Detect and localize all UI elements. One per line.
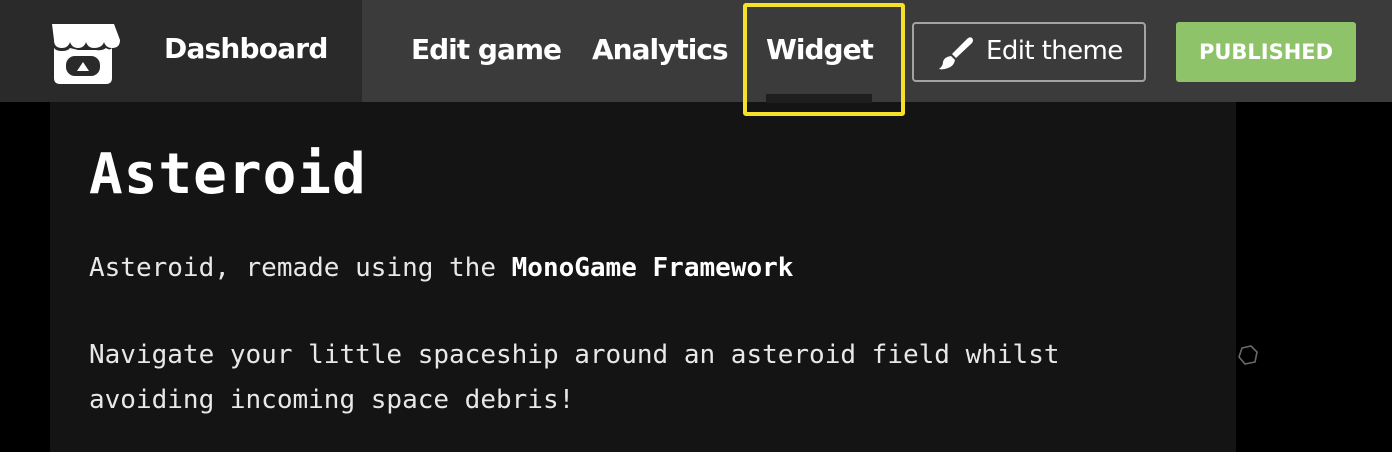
itch-io-logo-icon[interactable] (44, 18, 122, 86)
dashboard-link[interactable]: Dashboard (164, 32, 328, 65)
description-text: Asteroid, remade using the (89, 253, 512, 283)
tab-analytics[interactable]: Analytics (592, 33, 729, 66)
tab-edit-game[interactable]: Edit game (411, 33, 562, 66)
brand-area: Dashboard (0, 0, 362, 102)
edit-theme-button[interactable]: Edit theme (912, 22, 1146, 82)
game-title: Asteroid (89, 142, 367, 207)
paintbrush-icon (939, 37, 973, 70)
asteroid-shape-icon (1238, 345, 1258, 365)
published-button[interactable]: PUBLISHED (1176, 22, 1356, 82)
framework-name: MonoGame Framework (511, 253, 794, 283)
game-description-paragraph: Navigate your little spaceship around an… (89, 340, 1060, 415)
widget-tab-highlight (743, 3, 905, 116)
game-description-line: Asteroid, remade using the MonoGame Fram… (89, 246, 1209, 291)
edit-theme-label: Edit theme (986, 36, 1123, 66)
